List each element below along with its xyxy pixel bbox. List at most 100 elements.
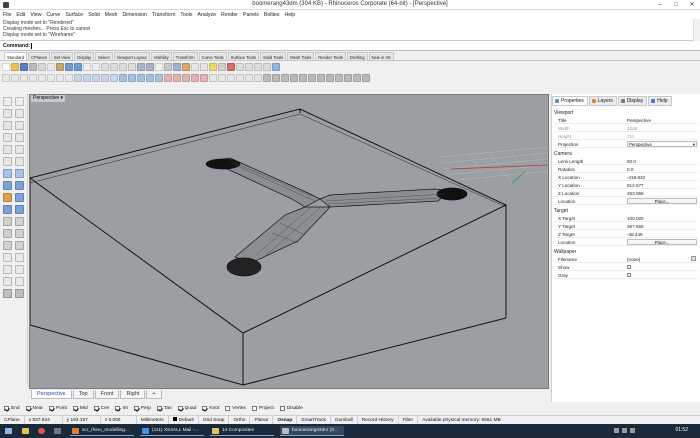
shaded-icon[interactable] <box>173 63 181 71</box>
help-icon[interactable] <box>272 63 280 71</box>
media-pin[interactable] <box>52 426 64 436</box>
loft-icon[interactable] <box>92 74 100 82</box>
wireframe-icon[interactable] <box>164 63 172 71</box>
leader-icon[interactable] <box>15 289 24 298</box>
camera-place-button[interactable]: Place... <box>627 198 697 204</box>
viewport-title[interactable]: Perspective ▾ <box>31 95 66 102</box>
snap-icon[interactable] <box>335 74 343 82</box>
osnap-checkbox[interactable] <box>4 405 9 411</box>
split-icon[interactable] <box>182 74 190 82</box>
osnap-cen[interactable]: Cen <box>93 405 109 411</box>
taskbar-app-composites[interactable]: 14 Composites <box>210 426 274 436</box>
ellipse-icon[interactable] <box>56 74 64 82</box>
copy-object-icon[interactable] <box>218 74 226 82</box>
fillet-left-icon[interactable] <box>3 217 12 226</box>
rectangle-icon[interactable] <box>47 74 55 82</box>
osnap-checkbox[interactable] <box>177 405 183 411</box>
rectangle-left-icon[interactable] <box>15 145 24 154</box>
history-icon[interactable] <box>326 74 334 82</box>
tab-cplanes[interactable]: CPlanes <box>28 52 50 60</box>
osnap-checkbox[interactable] <box>202 405 208 411</box>
redo-icon[interactable] <box>74 63 82 71</box>
freeform-icon[interactable] <box>15 121 24 130</box>
tab-perspective[interactable]: Perspective <box>31 390 72 399</box>
menu-dimension[interactable]: Dimension <box>122 12 147 18</box>
osnap-project[interactable]: Project <box>251 405 274 411</box>
cut-icon[interactable] <box>38 63 46 71</box>
fillet-icon[interactable] <box>164 74 172 82</box>
show-icon[interactable] <box>245 63 253 71</box>
tab-select[interactable]: Select <box>95 52 113 60</box>
tab-visibility[interactable]: Visibility <box>150 52 172 60</box>
arc-left-icon[interactable] <box>15 133 24 142</box>
osnap-near[interactable]: Near <box>25 405 43 411</box>
projection-dropdown[interactable]: Perspective ▾ <box>627 141 697 147</box>
polygon-left-icon[interactable] <box>3 157 12 166</box>
trim-left-icon[interactable] <box>3 229 12 238</box>
menu-file[interactable]: File <box>3 12 11 18</box>
dimension-left-icon[interactable] <box>3 289 12 298</box>
solid-tools-icon[interactable] <box>3 193 12 202</box>
extrude-left-icon[interactable] <box>15 169 24 178</box>
cylinder-left-icon[interactable] <box>15 193 24 202</box>
tab-surface-tools[interactable]: Surface Tools <box>227 52 259 60</box>
rendered-icon[interactable] <box>182 63 190 71</box>
tray-flag-icon[interactable] <box>630 428 635 433</box>
extrude-icon[interactable] <box>83 74 91 82</box>
target-place-button[interactable]: Place... <box>627 239 697 245</box>
tab-layers[interactable]: Layers <box>588 96 617 106</box>
osnap-checkbox[interactable] <box>225 405 231 411</box>
menu-help[interactable]: Help <box>284 12 295 18</box>
block-icon[interactable] <box>308 74 316 82</box>
taskbar-app-mail[interactable]: (111) XS4ALL Mail -... <box>140 426 204 436</box>
mirror-left-icon[interactable] <box>3 277 12 286</box>
tab-transform[interactable]: Transform <box>172 52 198 60</box>
tab-curve-tools[interactable]: Curve Tools <box>198 52 227 60</box>
tab-solid-tools[interactable]: Solid Tools <box>259 52 287 60</box>
sphere-icon[interactable] <box>128 74 136 82</box>
menu-tools[interactable]: Tools <box>180 12 192 18</box>
new-file-icon[interactable] <box>2 63 10 71</box>
show-checkbox[interactable] <box>627 265 631 269</box>
save-icon[interactable] <box>20 63 28 71</box>
move-left-icon[interactable] <box>3 253 12 262</box>
chrome-pin[interactable] <box>36 426 48 436</box>
menu-solid[interactable]: Solid <box>88 12 100 18</box>
osnap-vertex[interactable]: Vertex <box>225 405 246 411</box>
tab-help-panel[interactable]: Help <box>648 96 672 106</box>
pan-icon[interactable] <box>83 63 91 71</box>
gumball-icon[interactable] <box>317 74 325 82</box>
osnap-checkbox[interactable] <box>251 405 257 411</box>
array-left-icon[interactable] <box>15 277 24 286</box>
menu-render[interactable]: Render <box>221 12 238 18</box>
unlock-icon[interactable] <box>263 63 271 71</box>
explode-icon[interactable] <box>200 74 208 82</box>
menu-surface[interactable]: Surface <box>65 12 83 18</box>
move-icon[interactable] <box>209 74 217 82</box>
boolean-difference-icon[interactable] <box>155 74 163 82</box>
lock-icon[interactable] <box>254 63 262 71</box>
open-file-icon[interactable] <box>11 63 19 71</box>
tab-set-view[interactable]: Set View <box>50 52 74 60</box>
browse-folder-icon[interactable] <box>691 256 696 261</box>
taskbar-app-scr[interactable]: scr_rhino_modelling... <box>70 426 134 436</box>
tab-properties[interactable]: Properties <box>552 96 588 106</box>
mesh-left-icon[interactable] <box>3 205 12 214</box>
minimize-button[interactable]: – <box>652 0 668 10</box>
lens-length-field[interactable]: 50.0 <box>627 159 636 164</box>
z-target-field[interactable]: -48.446 <box>627 232 643 237</box>
select-icon[interactable] <box>155 63 163 71</box>
y-location-field[interactable]: 812.677 <box>627 183 644 188</box>
sphere-left-icon[interactable] <box>15 181 24 190</box>
render-mesh-icon[interactable] <box>15 205 24 214</box>
box-icon[interactable] <box>119 74 127 82</box>
menu-edit[interactable]: Edit <box>16 12 25 18</box>
osnap-tan[interactable]: Tan <box>156 405 172 411</box>
tab-display[interactable]: Display <box>74 52 95 60</box>
menu-transform[interactable]: Transform <box>152 12 175 18</box>
viewport-canvas[interactable] <box>30 95 549 389</box>
polyline-left-icon[interactable] <box>15 109 24 118</box>
copy-left-icon[interactable] <box>15 253 24 262</box>
osnap-int[interactable]: Int <box>115 405 128 411</box>
surface-icon[interactable] <box>74 74 82 82</box>
